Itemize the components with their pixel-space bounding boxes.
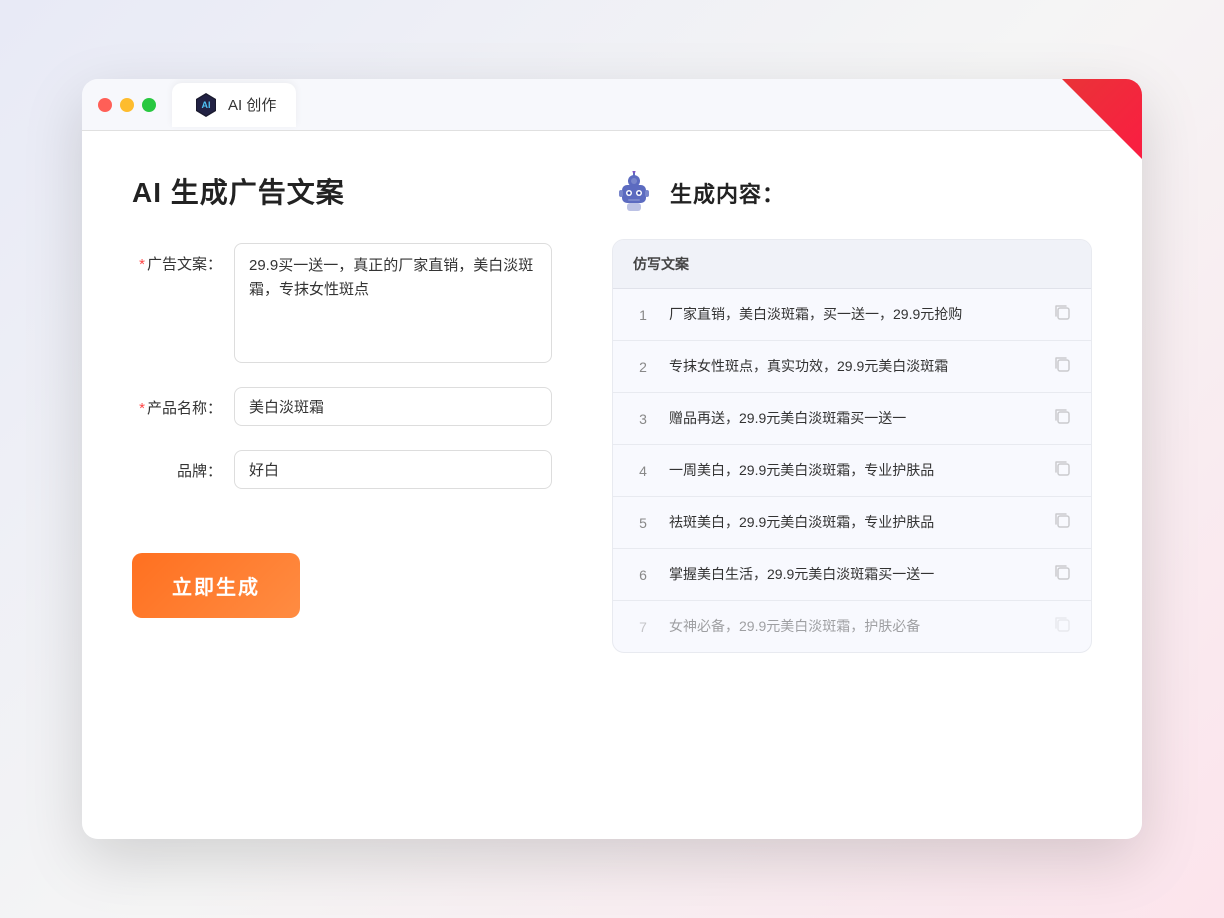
row-number: 6 [633, 567, 653, 583]
left-panel: AI 生成广告文案 *广告文案： *产品名称： 品牌： 立即生成 [132, 171, 552, 799]
generate-button[interactable]: 立即生成 [132, 553, 300, 618]
product-name-group: *产品名称： [132, 387, 552, 426]
brand-input[interactable] [234, 450, 552, 489]
copy-icon[interactable] [1053, 511, 1071, 534]
ai-creation-tab[interactable]: AI AI 创作 [172, 83, 296, 127]
result-row: 1 厂家直销，美白淡斑霜，买一送一，29.9元抢购 [613, 289, 1091, 341]
row-text: 赠品再送，29.9元美白淡斑霜买一送一 [669, 408, 1037, 429]
row-number: 7 [633, 619, 653, 635]
maximize-button[interactable] [142, 98, 156, 112]
result-row: 3 赠品再送，29.9元美白淡斑霜买一送一 [613, 393, 1091, 445]
result-table-header: 仿写文案 [613, 240, 1091, 289]
copy-icon[interactable] [1053, 615, 1071, 638]
row-text: 女神必备，29.9元美白淡斑霜，护肤必备 [669, 616, 1037, 637]
minimize-button[interactable] [120, 98, 134, 112]
ad-copy-input[interactable] [234, 243, 552, 363]
row-number: 3 [633, 411, 653, 427]
result-row: 2 专抹女性斑点，真实功效，29.9元美白淡斑霜 [613, 341, 1091, 393]
copy-icon[interactable] [1053, 303, 1071, 326]
right-panel: 生成内容： 仿写文案 1 厂家直销，美白淡斑霜，买一送一，29.9元抢购 2 专抹女… [612, 171, 1092, 799]
row-text: 专抹女性斑点，真实功效，29.9元美白淡斑霜 [669, 356, 1037, 377]
result-row: 5 祛斑美白，29.9元美白淡斑霜，专业护肤品 [613, 497, 1091, 549]
traffic-lights [98, 98, 156, 112]
title-bar: AI AI 创作 [82, 79, 1142, 131]
required-star: * [139, 256, 145, 273]
ad-copy-label: *广告文案： [132, 243, 222, 274]
row-text: 掌握美白生活，29.9元美白淡斑霜买一送一 [669, 564, 1037, 585]
result-header: 生成内容： [612, 171, 1092, 215]
copy-icon[interactable] [1053, 355, 1071, 378]
row-number: 4 [633, 463, 653, 479]
row-number: 1 [633, 307, 653, 323]
row-text: 厂家直销，美白淡斑霜，买一送一，29.9元抢购 [669, 304, 1037, 325]
result-title: 生成内容： [670, 177, 785, 209]
row-text: 祛斑美白，29.9元美白淡斑霜，专业护肤品 [669, 512, 1037, 533]
row-text: 一周美白，29.9元美白淡斑霜，专业护肤品 [669, 460, 1037, 481]
browser-window: AI AI 创作 AI 生成广告文案 *广告文案： *产品名称： [82, 79, 1142, 839]
main-content: AI 生成广告文案 *广告文案： *产品名称： 品牌： 立即生成 [82, 131, 1142, 839]
result-row: 6 掌握美白生活，29.9元美白淡斑霜买一送一 [613, 549, 1091, 601]
product-name-input[interactable] [234, 387, 552, 426]
robot-icon [612, 171, 656, 215]
copy-icon[interactable] [1053, 407, 1071, 430]
svg-text:AI: AI [202, 100, 211, 110]
result-rows-container: 1 厂家直销，美白淡斑霜，买一送一，29.9元抢购 2 专抹女性斑点，真实功效，29… [613, 289, 1091, 652]
copy-icon[interactable] [1053, 563, 1071, 586]
result-table: 仿写文案 1 厂家直销，美白淡斑霜，买一送一，29.9元抢购 2 专抹女性斑点，真实… [612, 239, 1092, 653]
copy-icon[interactable] [1053, 459, 1071, 482]
tab-label: AI 创作 [228, 94, 276, 115]
result-row: 7 女神必备，29.9元美白淡斑霜，护肤必备 [613, 601, 1091, 652]
result-row: 4 一周美白，29.9元美白淡斑霜，专业护肤品 [613, 445, 1091, 497]
ai-hex-icon: AI [192, 91, 220, 119]
product-name-label: *产品名称： [132, 387, 222, 418]
row-number: 5 [633, 515, 653, 531]
brand-label: 品牌： [132, 450, 222, 481]
close-button[interactable] [98, 98, 112, 112]
row-number: 2 [633, 359, 653, 375]
required-star-2: * [139, 400, 145, 417]
page-title: AI 生成广告文案 [132, 171, 552, 211]
ad-copy-group: *广告文案： [132, 243, 552, 363]
brand-group: 品牌： [132, 450, 552, 489]
